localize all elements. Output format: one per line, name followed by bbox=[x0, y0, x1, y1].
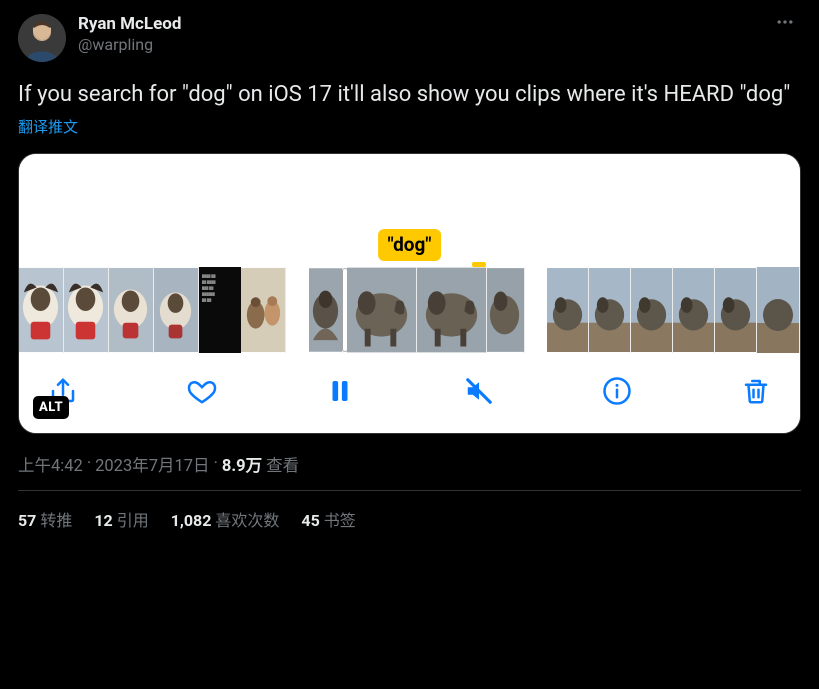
search-term-label: "dog" bbox=[378, 229, 442, 261]
thumbnail bbox=[547, 267, 589, 353]
playhead-marker bbox=[472, 262, 486, 267]
views-label: 查看 bbox=[266, 452, 299, 476]
thumbnail: ████ ██ ██ ████ ███ ██ ██████ ██ ██ bbox=[199, 267, 241, 353]
media-controls bbox=[19, 353, 800, 433]
svg-text:██ ████: ██ ████ bbox=[202, 280, 216, 284]
thumbnail bbox=[589, 267, 631, 353]
pause-icon[interactable] bbox=[324, 375, 356, 407]
thumbnail bbox=[715, 267, 757, 353]
views-count: 8.9万 bbox=[222, 452, 262, 476]
thumbnail bbox=[417, 267, 487, 353]
svg-text:██████: ██████ bbox=[202, 292, 216, 296]
thumbnail bbox=[487, 267, 525, 353]
info-icon[interactable] bbox=[601, 375, 633, 407]
thumbnail bbox=[673, 267, 715, 353]
svg-text:██ ██: ██ ██ bbox=[202, 298, 212, 302]
clip-group-2[interactable] bbox=[309, 267, 525, 353]
clip-gap bbox=[286, 267, 309, 353]
thumbnail bbox=[347, 267, 417, 353]
svg-text:████ ██: ████ ██ bbox=[202, 274, 216, 278]
thumbnail bbox=[309, 267, 343, 353]
alt-badge[interactable]: ALT bbox=[33, 396, 69, 419]
retweets-stat[interactable]: 57转推 bbox=[18, 507, 72, 531]
user-block[interactable]: Ryan McLeod @warpling bbox=[78, 14, 769, 55]
tweet-header: Ryan McLeod @warpling bbox=[18, 14, 801, 62]
thumbnail bbox=[241, 267, 286, 353]
tweet-stats: 57转推 12引用 1,082喜欢次数 45书签 bbox=[18, 507, 801, 531]
clip-group-3[interactable] bbox=[547, 267, 800, 353]
trash-icon[interactable] bbox=[740, 375, 772, 407]
display-name: Ryan McLeod bbox=[78, 14, 769, 35]
tweet-text: If you search for "dog" on iOS 17 it'll … bbox=[18, 80, 801, 110]
quotes-stat[interactable]: 12引用 bbox=[94, 507, 148, 531]
thumbnail bbox=[109, 267, 154, 353]
clip-group-1[interactable]: ████ ██ ██ ████ ███ ██ ██████ ██ ██ bbox=[19, 267, 286, 353]
thumbnail bbox=[631, 267, 673, 353]
tweet-time: 上午4:42 bbox=[18, 452, 83, 476]
tweet-date: 2023年7月17日 bbox=[95, 452, 209, 476]
thumbnail bbox=[154, 267, 199, 353]
heart-icon[interactable] bbox=[186, 375, 218, 407]
translate-link[interactable]: 翻译推文 bbox=[18, 116, 801, 137]
clip-gap bbox=[525, 267, 548, 353]
tweet-container: Ryan McLeod @warpling If you search for … bbox=[0, 0, 819, 531]
thumbnail bbox=[757, 267, 800, 353]
tweet-meta[interactable]: 上午4:42 · 2023年7月17日 · 8.9万 查看 bbox=[18, 452, 801, 476]
avatar[interactable] bbox=[18, 14, 66, 62]
more-button[interactable] bbox=[769, 12, 801, 37]
video-timeline[interactable]: ████ ██ ██ ████ ███ ██ ██████ ██ ██ bbox=[19, 267, 800, 353]
user-handle: @warpling bbox=[78, 35, 769, 55]
likes-stat[interactable]: 1,082喜欢次数 bbox=[171, 507, 280, 531]
svg-text:███ ██: ███ ██ bbox=[202, 286, 214, 290]
thumbnail bbox=[19, 267, 64, 353]
divider bbox=[18, 490, 801, 491]
mute-icon[interactable] bbox=[463, 375, 495, 407]
bookmarks-stat[interactable]: 45书签 bbox=[301, 507, 355, 531]
media-header-area: "dog" bbox=[19, 154, 800, 267]
media-attachment[interactable]: "dog" ████ ██ ██ ████ ███ ██ ██████ ██ ██ bbox=[18, 153, 801, 434]
thumbnail bbox=[64, 267, 109, 353]
